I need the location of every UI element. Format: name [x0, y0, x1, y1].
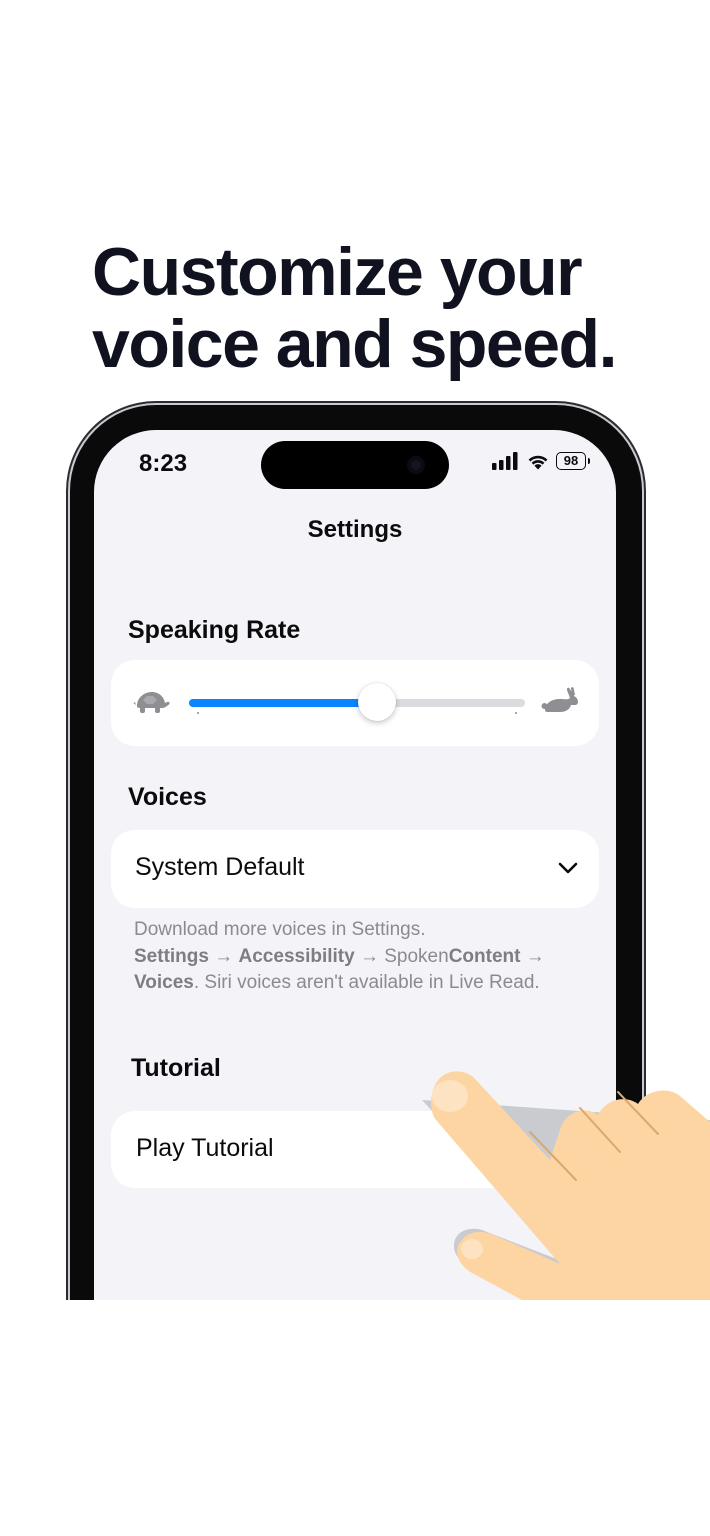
battery-icon: 98 — [556, 452, 590, 470]
slider-fill — [189, 699, 378, 707]
camera-icon — [407, 456, 425, 474]
footnote-path-voices: Voices — [134, 972, 194, 993]
section-header-speaking-rate: Speaking Rate — [128, 616, 301, 644]
speaking-rate-slider[interactable] — [189, 683, 525, 721]
status-icons: 98 — [492, 452, 590, 470]
page-title: Settings — [307, 516, 403, 543]
footnote-arrow: → — [525, 945, 545, 967]
pointing-hand-icon — [422, 1071, 710, 1300]
rabbit-icon — [541, 687, 578, 712]
slider-tick-min — [197, 712, 199, 714]
voice-dropdown[interactable]: System Default — [111, 830, 599, 908]
footnote-line-1: Download more voices in Settings. — [134, 919, 426, 940]
status-time: 8:23 — [139, 450, 188, 477]
footnote-arrow: → — [214, 945, 234, 967]
turtle-icon — [133, 692, 170, 713]
section-header-voices: Voices — [128, 783, 207, 811]
voice-selected-value: System Default — [135, 853, 305, 881]
footnote-path-content: Content — [448, 945, 521, 967]
voices-footnote: Download more voices in Settings. Settin… — [134, 917, 584, 997]
slider-tick-max — [515, 712, 517, 714]
footnote-path-spoken: Spoken — [384, 945, 449, 967]
footnote-path-accessibility: Accessibility — [238, 945, 355, 967]
wifi-icon — [528, 455, 548, 470]
footnote-arrow: → — [359, 945, 379, 967]
dynamic-island — [261, 441, 449, 489]
play-tutorial-label: Play Tutorial — [136, 1134, 274, 1162]
footnote-rest: . Siri voices aren't available in Live R… — [193, 972, 540, 993]
signal-icon — [492, 452, 518, 470]
speaking-rate-card — [111, 660, 599, 746]
section-header-tutorial: Tutorial — [131, 1054, 221, 1082]
slider-thumb[interactable] — [358, 683, 397, 721]
footnote-path-settings: Settings — [134, 945, 209, 967]
chevron-down-icon — [558, 862, 578, 874]
phone-mockup: 8:23 98 Settings Speaking Rate Voices Sy… — [0, 0, 710, 1300]
